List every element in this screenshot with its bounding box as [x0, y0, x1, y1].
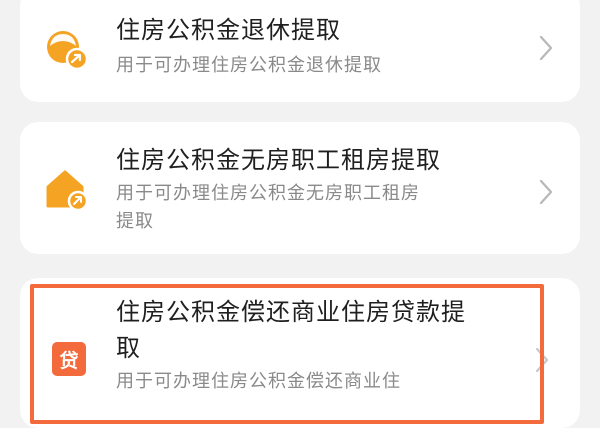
service-item-subtitle: 用于可办理住房公积金偿还商业住 [116, 371, 401, 392]
service-item-subtitle: 用于可办理住房公积金退休提取 [116, 55, 382, 76]
service-item-loan-repayment-withdrawal[interactable]: 贷 住房公积金偿还商业住房贷款提取 用于可办理住房公积金偿还商业住 [20, 278, 580, 428]
service-item-title: 住房公积金偿还商业住房贷款提取 [116, 298, 466, 362]
service-item-retirement-withdrawal[interactable]: 住房公积金退休提取 用于可办理住房公积金退休提取 [20, 0, 580, 102]
chevron-right-icon[interactable] [538, 178, 554, 206]
chevron-right-icon[interactable] [538, 34, 554, 62]
service-item-rent-withdrawal[interactable]: 住房公积金无房职工租房提取 用于可办理住房公积金无房职工租房提取 [20, 122, 580, 254]
house-refund-icon [46, 170, 89, 212]
retiree-refund-icon [47, 31, 89, 71]
service-item-subtitle: 用于可办理住房公积金无房职工租房提取 [116, 183, 420, 232]
chevron-right-icon[interactable] [534, 346, 550, 374]
service-item-title: 住房公积金退休提取 [116, 16, 341, 44]
loan-icon: 贷 [52, 342, 86, 376]
service-item-title: 住房公积金无房职工租房提取 [116, 146, 441, 174]
